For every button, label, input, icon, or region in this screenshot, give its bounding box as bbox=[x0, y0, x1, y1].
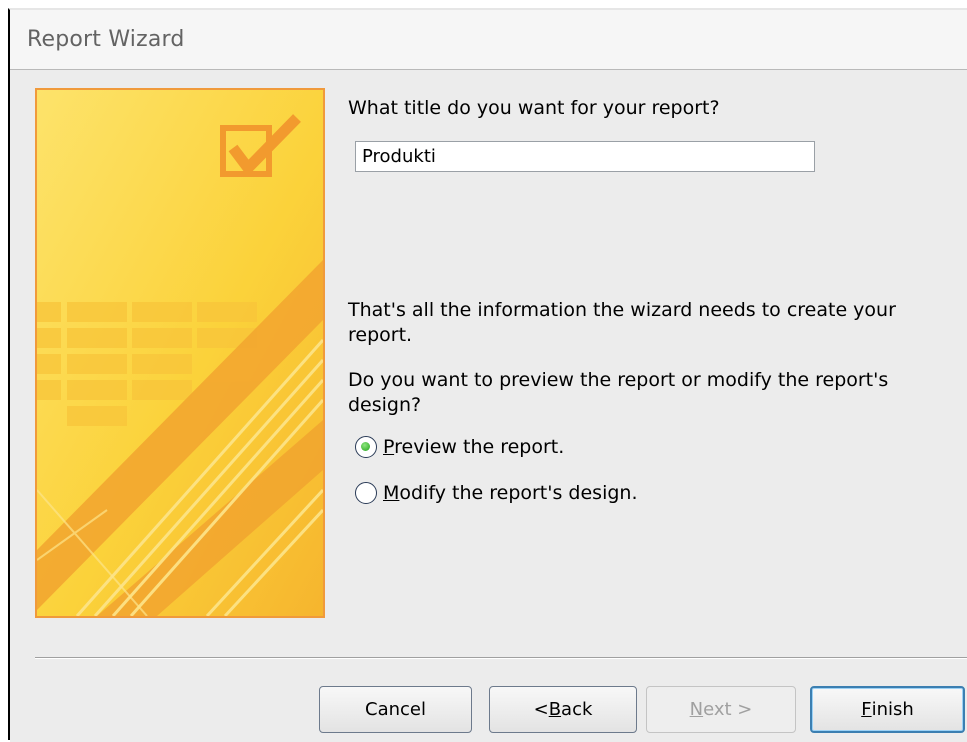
title-bar[interactable]: Report Wizard bbox=[10, 10, 967, 70]
radio-empty-icon[interactable] bbox=[355, 482, 377, 504]
report-wizard-window: Report Wizard What title do you want for… bbox=[8, 8, 967, 742]
back-button[interactable]: < Back bbox=[489, 686, 637, 733]
window-title: Report Wizard bbox=[27, 27, 185, 52]
modify-design-label: Modify the report's design. bbox=[383, 482, 638, 504]
wizard-art-image bbox=[37, 90, 323, 616]
next-button[interactable]: Next > bbox=[646, 686, 796, 733]
title-question: What title do you want for your report? bbox=[348, 97, 720, 119]
footer-separator bbox=[35, 657, 967, 659]
finish-button[interactable]: Finish bbox=[810, 686, 965, 733]
cancel-button[interactable]: Cancel bbox=[319, 686, 472, 733]
wizard-side-art bbox=[35, 88, 325, 618]
preview-report-option[interactable]: Preview the report. bbox=[355, 434, 564, 460]
preview-report-label: Preview the report. bbox=[383, 436, 565, 458]
report-title-input[interactable] bbox=[355, 141, 815, 172]
wizard-content: What title do you want for your report? … bbox=[10, 71, 967, 742]
radio-selected-icon[interactable] bbox=[355, 436, 377, 458]
info-text: That's all the information the wizard ne… bbox=[348, 299, 896, 346]
preview-question: Do you want to preview the report or mod… bbox=[348, 369, 889, 416]
modify-design-option[interactable]: Modify the report's design. bbox=[355, 480, 638, 506]
